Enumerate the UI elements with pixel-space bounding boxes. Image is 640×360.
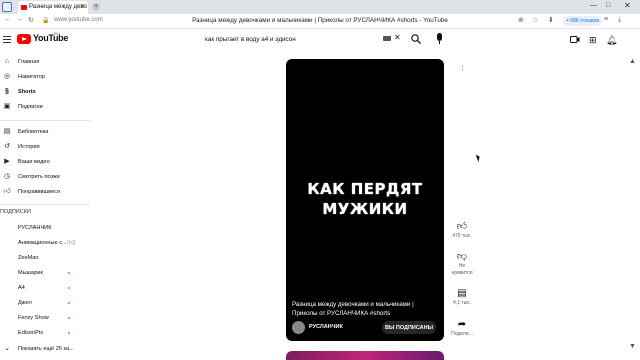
thumbs-up-icon: 👍︎ [456,221,468,232]
reload-icon[interactable]: ↻ [28,16,34,24]
new-content-dot [68,332,70,334]
secure-lock-icon: 🔒 [42,18,50,24]
youtube-favicon-icon [21,5,27,10]
channel-avatar[interactable] [292,321,305,334]
subscription-item[interactable]: РУСЛАНЧИК [0,221,90,235]
sidebar: ⌂ Главная ◎ Навигатор § Shorts ▣ Подписк… [0,51,90,360]
new-content-dot [68,272,70,274]
short-title[interactable]: Разница между девочками и мальчиками | П… [292,300,440,318]
browser-tab-bar: Разница между дево ✕ + — □ ✕ [0,0,640,14]
back-icon[interactable]: ← [4,16,11,23]
menu-icon[interactable]: ≡ [604,16,608,23]
new-content-dot [68,302,70,304]
thumbs-down-icon: 👎︎ [456,251,468,262]
divider [0,204,90,205]
subscription-item[interactable]: EdisonPts [0,326,90,340]
reviews-badge[interactable]: + 68К отзывов [563,16,603,26]
share-icon: ➦ [457,319,467,330]
scroll-up-icon[interactable]: ▲ [629,58,636,65]
more-options-icon[interactable]: ⋮ [459,64,466,72]
hamburger-menu-icon[interactable] [3,36,11,43]
subscription-item[interactable]: A4 [0,281,90,295]
bookmark-icon[interactable]: ☆ [532,16,538,24]
scroll-down-icon[interactable]: ▼ [629,343,636,350]
library-icon: ▤ [3,128,11,135]
sidebar-item-explore[interactable]: ◎ Навигатор [0,70,90,84]
tab-title: Разница между дево [29,4,87,10]
share-button[interactable]: ➦ Подели... [446,319,478,338]
next-short-preview[interactable] [286,351,444,360]
sidebar-item-subscriptions[interactable]: ▣ Подписки [0,100,90,114]
comments-button[interactable]: ▤ 4,1 тыс. [446,288,478,307]
sidebar-item-watch-later[interactable]: ◷ Смотреть позже [0,170,90,184]
extension-icon[interactable]: ⬇ [548,16,554,24]
compass-icon: ◎ [3,73,11,80]
youtube-logo-text[interactable]: YouTube [33,33,68,43]
clear-search-icon[interactable]: ✕ [394,33,401,42]
comment-icon: ▤ [457,288,467,299]
like-button[interactable]: 👍︎ 475 тыс. [446,221,478,240]
close-tab-icon[interactable]: ✕ [80,1,85,14]
apps-grid-icon[interactable]: ⊞ [589,35,597,46]
browser-tab[interactable]: Разница между дево ✕ [18,1,88,14]
show-more-subscriptions[interactable]: ⌄ Показать ещё 25 ка... [0,342,90,356]
subscription-item[interactable]: Мышарик [0,266,90,280]
page-title: Разница между девочками и мальчиками | П… [192,17,448,24]
subscription-item[interactable]: ZeeMan [0,251,90,265]
subscription-item[interactable]: Джел [0,296,90,310]
address-bar: ← → ↻ 🔒 www.youtube.com Разница между де… [0,14,640,29]
translate-icon[interactable]: ⊕ [518,16,524,24]
keyboard-icon[interactable] [383,36,391,41]
shorts-icon: § [5,88,9,95]
forward-icon[interactable]: → [16,16,23,23]
notifications-bell-icon[interactable]: 🔔︎ [606,35,617,46]
subscriptions-icon: ▣ [3,103,11,110]
youtube-logo-icon[interactable] [17,34,31,44]
your-videos-icon: ▶ [4,158,10,165]
subscriptions-header: ПОДПИСКИ [0,209,31,215]
subscribed-button[interactable]: ВЫ ПОДПИСАНЫ [382,321,436,334]
country-code: RU [54,31,60,36]
url-field[interactable]: www.youtube.com [54,17,103,23]
new-content-dot [68,287,70,289]
search-box [197,32,405,47]
live-icon: ((•)) [67,240,76,246]
search-icon[interactable] [410,33,422,45]
sidebar-item-library[interactable]: ▤ Библиотека [0,125,90,139]
subscription-item[interactable]: Анимационные с... ((•)) [0,236,90,250]
new-content-dot [68,317,70,319]
divider [0,120,90,121]
liked-icon: 👍︎ [3,188,11,195]
window-menu-icon[interactable] [2,2,12,12]
sidebar-item-liked[interactable]: 👍︎ Понравившиеся [0,185,90,199]
video-overlay-text: КАК ПЕРДЯТ МУЖИКИ [307,180,423,218]
subscription-item[interactable]: Fenzy Show [0,311,90,325]
short-video-player[interactable]: КАК ПЕРДЯТ МУЖИКИ Разница между девочкам… [286,59,444,341]
close-window-icon[interactable]: ✕ [624,1,631,10]
sidebar-item-home[interactable]: ⌂ Главная [0,55,90,69]
history-icon: ↺ [4,143,10,150]
watch-later-icon: ◷ [3,173,11,180]
download-icon[interactable]: ⤓ [618,16,621,24]
mouse-cursor-icon [475,153,482,163]
maximize-icon[interactable]: □ [606,2,610,9]
dislike-button[interactable]: 👎︎ Не нравится [446,251,478,277]
sidebar-item-shorts[interactable]: § Shorts [0,85,90,99]
youtube-header: YouTube RU ✕ [0,29,640,51]
microphone-icon[interactable] [437,33,442,44]
sidebar-item-your-videos[interactable]: ▶ Ваши видео [0,155,90,169]
new-tab-button[interactable]: + [92,3,100,11]
sidebar-item-history[interactable]: ↺ История [0,140,90,154]
home-icon: ⌂ [4,58,10,65]
minimize-icon[interactable]: — [590,2,597,9]
chevron-down-icon: ⌄ [4,345,10,352]
channel-name[interactable]: РУСЛАНЧИК [309,324,343,330]
search-input[interactable] [197,32,405,47]
create-video-icon[interactable] [570,35,580,44]
